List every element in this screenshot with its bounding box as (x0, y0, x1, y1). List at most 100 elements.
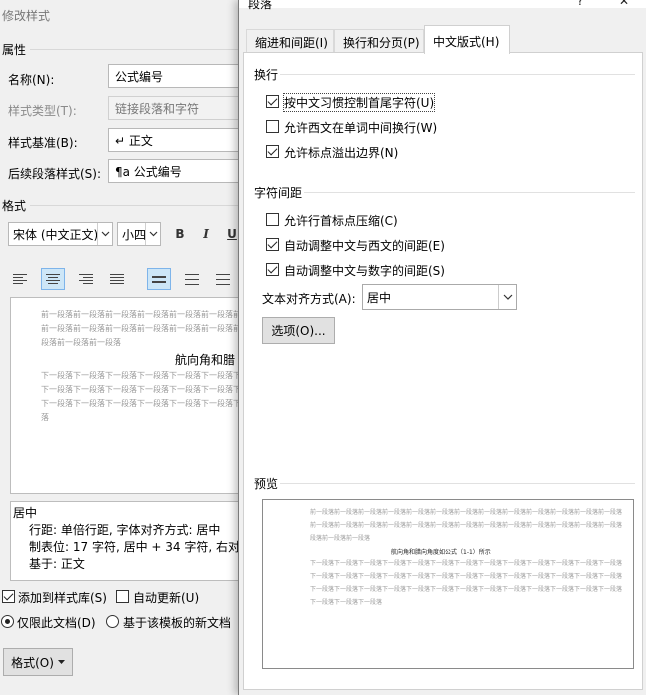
preview-prev-text: 前一段落前一段落前一段落前一段落前一段落前一段落前一段落前一段落前一段落前一段落… (310, 522, 623, 529)
triangle-down-icon (57, 660, 65, 664)
preview-next-text: 下一段落下一段落下一段落下一段落下一段落下一段落下一段落下一段落下一段落下一段落… (41, 399, 240, 408)
label-allow-latin-wrap: 允许西文在单词中间换行(W) (284, 121, 438, 135)
this-doc-only-label: 仅限此文档(D) (17, 616, 96, 630)
add-to-gallery-checkbox[interactable] (2, 590, 15, 603)
preview-prev-text: 前一段落前一段落前一段落前一段落前一段落前一段落前一段落前一段落前一段落前一段落… (310, 509, 623, 516)
align-right-button[interactable] (74, 268, 98, 290)
help-icon[interactable]: ? (577, 0, 583, 8)
preview-prev-text: 前一段落前一段落前一段落前一段落前一段落前一段落前一段落前一段落前一段落前一段落… (41, 324, 240, 333)
section-line-break: 换行 (254, 68, 279, 82)
this-doc-only-radio[interactable] (1, 615, 14, 628)
style-type-label: 样式类型(T): (8, 104, 77, 118)
align-right-icon (79, 274, 93, 284)
preview-next-text: 下一段落下一段落下一段落下一段落下一段落下一段落下一段落下一段落下一段落下一段落… (310, 573, 623, 580)
options-button[interactable]: 选项(O)... (262, 317, 335, 344)
line-spacing-double-icon (216, 273, 230, 285)
divider (30, 49, 240, 50)
label-allow-hanging-punct: 允许标点溢出边界(N) (284, 146, 399, 160)
checkbox-auto-space-latin[interactable] (266, 238, 279, 251)
divider (280, 74, 635, 75)
font-value: 宋体 (中文正文) (13, 228, 99, 242)
size-value: 小四 (122, 228, 147, 242)
chevron-down-icon (97, 223, 112, 245)
properties-group-label: 属性 (2, 43, 27, 57)
preview-next-text: 下一段落下一段落下一段落下一段落下一段落下一段落下一段落下一段落下一段落下一段落… (41, 385, 240, 394)
preview-next-text: 下一段落下一段落下一段落下一段落下一段落下一段落下一段落下一段落下一段落下一段落… (41, 371, 240, 380)
checkbox-allow-latin-wrap[interactable] (266, 120, 279, 133)
paragraph-preview: 前一段落前一段落前一段落前一段落前一段落前一段落前一段落前一段落前一段落前一段落… (262, 499, 634, 669)
auto-update-checkbox[interactable] (116, 590, 129, 603)
preview-main-text: 航向角和腊向角度如公式（1-1）所示 (391, 549, 491, 556)
name-input[interactable]: 公式编号 (108, 64, 240, 88)
desc-line: 制表位: 17 字符, 居中 + 34 字符, 右对 (29, 540, 240, 554)
desc-line: 行距: 单倍行距, 字体对齐方式: 居中 (29, 523, 221, 537)
text-align-value: 居中 (367, 291, 392, 305)
label-auto-space-latin: 自动调整中文与西文的间距(E) (284, 239, 445, 253)
italic-button[interactable]: I (195, 222, 217, 246)
format-group-label: 格式 (2, 199, 27, 213)
checkbox-compress-punct[interactable] (266, 213, 279, 226)
tab-panel: 换行 按中文习惯控制首尾字符(U) 允许西文在单词中间换行(W) 允许标点溢出边… (243, 52, 643, 690)
double-spacing-button[interactable] (211, 268, 235, 290)
next-style-label: 后续段落样式(S): (8, 167, 102, 181)
line-spacing-single-icon (152, 275, 166, 283)
one-half-spacing-button[interactable] (180, 268, 204, 290)
add-to-gallery-label: 添加到样式库(S) (18, 591, 107, 605)
checkbox-auto-space-number[interactable] (266, 263, 279, 276)
label-compress-punct: 允许行首标点压缩(C) (284, 214, 398, 228)
preview-next-text: 下一段落下一段落下一段落下一段落下一段落下一段落下一段落下一段落下一段落下一段落… (310, 560, 623, 567)
font-select[interactable]: 宋体 (中文正文) (8, 222, 113, 246)
paragraph-dialog: 段落 ? ✕ 缩进和间距(I) 换行和分页(P) 中文版式(H) 换行 按中文习… (238, 0, 646, 695)
name-label: 名称(N): (8, 73, 55, 87)
bold-button[interactable]: B (169, 222, 191, 246)
preview-next-text: 下一段落下一段落下一段落下一段落下一段落下一段落下一段落下一段落下一段落下一段落… (310, 586, 623, 593)
preview-next-text-short: 落 (41, 413, 49, 422)
size-select[interactable]: 小四 (117, 222, 161, 246)
divider (304, 192, 635, 193)
dialog-title: 段落 (248, 0, 273, 11)
align-center-button[interactable] (41, 268, 65, 290)
preview-prev-text-short: 段落前一段落前一段落 (41, 338, 121, 347)
preview-prev-text: 前一段落前一段落前一段落前一段落前一段落前一段落前一段落前一段落前一段落前一段落… (41, 310, 240, 319)
justify-icon (110, 274, 124, 284)
based-on-select[interactable]: ↵ 正文 (108, 128, 240, 152)
new-docs-radio[interactable] (106, 615, 119, 628)
preview-main-text: 航向角和腊 (175, 353, 236, 367)
justify-button[interactable] (105, 268, 129, 290)
preview-prev-text-short: 段落前一段落前一段落 (310, 535, 371, 542)
format-button-label: 格式(O) (11, 655, 54, 670)
dialog-title: 修改样式 (2, 9, 51, 23)
section-preview: 预览 (254, 477, 279, 491)
auto-update-label: 自动更新(U) (133, 591, 200, 605)
align-center-icon (46, 274, 60, 284)
close-icon[interactable]: ✕ (619, 0, 629, 8)
divider (280, 483, 635, 484)
text-align-select[interactable]: 居中 (362, 284, 517, 310)
chevron-down-icon (145, 223, 160, 245)
line-spacing-half-icon (185, 273, 199, 285)
style-type-select: 链接段落和字符 (108, 96, 240, 120)
based-on-label: 样式基准(B): (8, 136, 78, 150)
style-preview: 前一段落前一段落前一段落前一段落前一段落前一段落 前一段落前一段落前一段落前一段落… (10, 297, 240, 494)
style-description: 居中 行距: 单倍行距, 字体对齐方式: 居中 制表位: 17 字符, 居中 +… (10, 501, 240, 581)
tab-line-page-breaks[interactable]: 换行和分页(P) (334, 29, 424, 53)
format-menu-button[interactable]: 格式(O) (3, 648, 73, 676)
text-align-label: 文本对齐方式(A): (262, 292, 356, 306)
checkbox-control-first-last-char[interactable] (266, 95, 279, 108)
tab-asian-typography[interactable]: 中文版式(H) (424, 25, 510, 54)
next-style-select[interactable]: ¶a 公式编号 (108, 159, 240, 183)
divider (30, 205, 240, 206)
single-spacing-button[interactable] (147, 268, 171, 290)
preview-next-text-short: 下一段落下一段落下一段落 (310, 599, 383, 606)
label-control-first-last-char: 按中文习惯控制首尾字符(U) (282, 93, 436, 112)
new-docs-label: 基于该模板的新文档 (123, 616, 232, 630)
align-left-button[interactable] (8, 268, 32, 290)
align-left-icon (13, 274, 27, 284)
section-char-spacing: 字符间距 (254, 186, 303, 200)
label-auto-space-number: 自动调整中文与数字的间距(S) (284, 264, 445, 278)
desc-line: 基于: 正文 (29, 557, 85, 571)
desc-line: 居中 (13, 506, 38, 520)
title-bar (239, 0, 646, 8)
checkbox-allow-hanging-punct[interactable] (266, 145, 279, 158)
tab-indent-spacing[interactable]: 缩进和间距(I) (246, 29, 334, 53)
